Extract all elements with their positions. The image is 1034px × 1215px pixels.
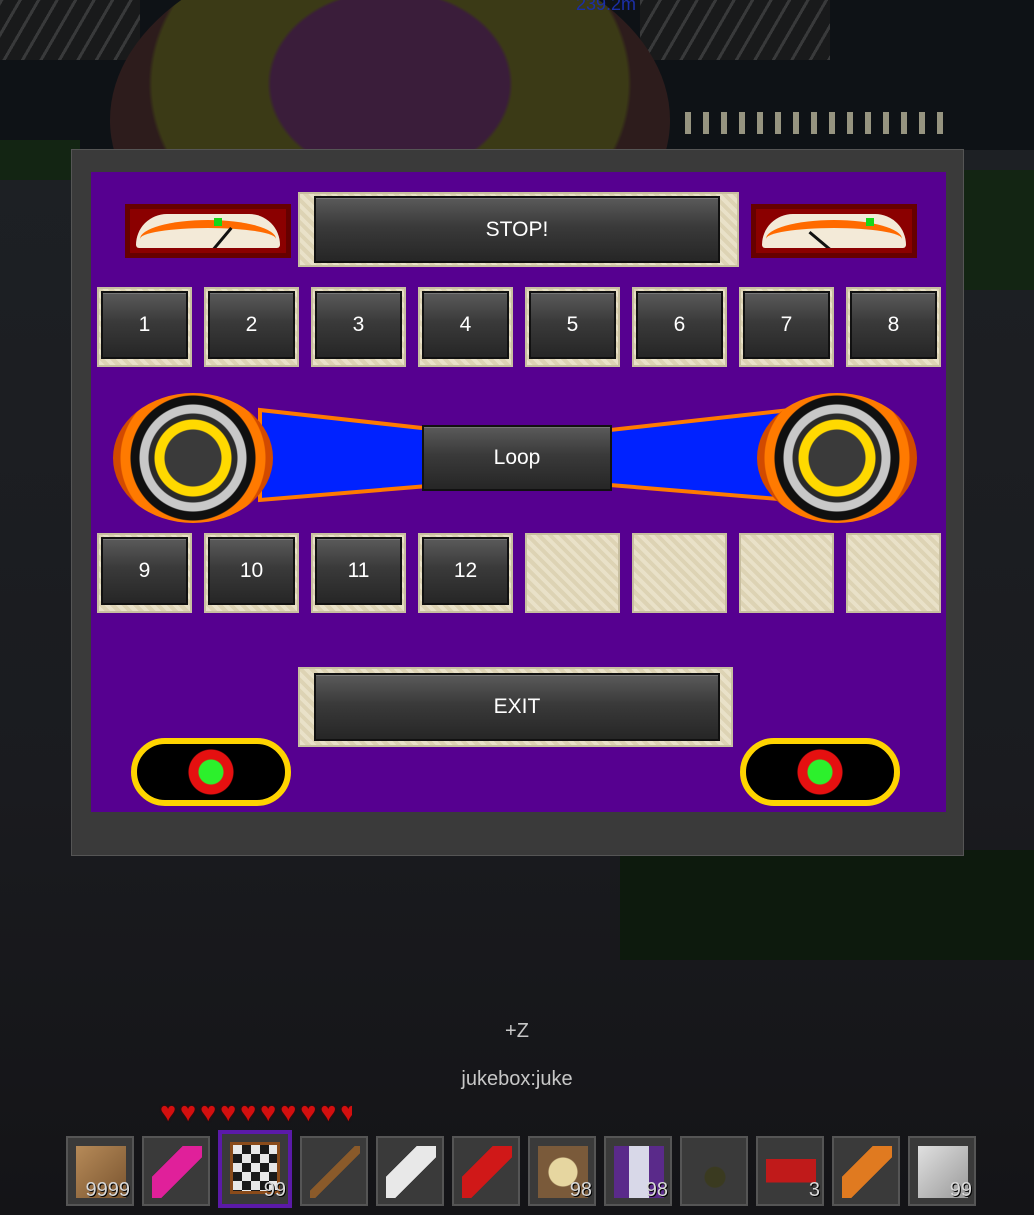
heart-icon: ♥ [280, 1097, 297, 1127]
wooden-stick-icon [310, 1146, 360, 1198]
slot-count: 99 [949, 1179, 972, 1201]
hotbar-slot-5[interactable] [376, 1136, 444, 1206]
track-button-4[interactable]: 4 [422, 291, 509, 359]
hotbar-slot-1[interactable]: 9999 [66, 1136, 134, 1206]
track-button-6[interactable]: 6 [636, 291, 723, 359]
heart-icon: ♥ [240, 1097, 257, 1127]
right-tape-reel-icon [757, 393, 917, 523]
health-bar: ♥ ♥ ♥ ♥ ♥ ♥ ♥ ♥ ♥ ♥ [160, 1098, 352, 1126]
hotbar-slot-4[interactable] [300, 1136, 368, 1206]
empty-track-slot [525, 533, 620, 613]
grass-block [620, 850, 1034, 960]
stop-button[interactable]: STOP! [314, 196, 720, 263]
heart-icon: ♥ [200, 1097, 217, 1127]
grass-block [0, 140, 80, 180]
heart-icon: ♥ [180, 1097, 197, 1127]
orange-guitar-icon [842, 1146, 892, 1198]
right-vu-meter-icon [751, 204, 917, 258]
left-vu-meter-icon [125, 204, 291, 258]
half-heart-icon: ♥ [340, 1098, 353, 1126]
white-guitar-icon [386, 1146, 436, 1198]
target-block-label: jukebox:juke [461, 1068, 573, 1090]
heart-icon: ♥ [260, 1097, 277, 1127]
track-button-2[interactable]: 2 [208, 291, 295, 359]
hotbar-slot-9[interactable] [680, 1136, 748, 1206]
direction-indicator: +Z [505, 1020, 529, 1042]
track-button-1[interactable]: 1 [101, 291, 188, 359]
slot-count: 99 [263, 1179, 286, 1201]
hotbar-slot-2[interactable] [142, 1136, 210, 1206]
hotbar: 9999 99 98 98 3 99 [66, 1130, 976, 1208]
hotbar-slot-6[interactable] [452, 1136, 520, 1206]
hotbar-slot-7[interactable]: 98 [528, 1136, 596, 1206]
empty-track-slot [739, 533, 834, 613]
red-guitar-icon [462, 1146, 512, 1198]
track-button-8[interactable]: 8 [850, 291, 937, 359]
exit-button[interactable]: EXIT [314, 673, 720, 741]
hotbar-slot-12[interactable]: 99 [908, 1136, 976, 1206]
heart-icon: ♥ [320, 1097, 337, 1127]
slot-count: 98 [645, 1179, 668, 1201]
hotbar-slot-10[interactable]: 3 [756, 1136, 824, 1206]
heart-icon: ♥ [300, 1097, 317, 1127]
fence [685, 112, 945, 134]
slot-count: 3 [808, 1179, 820, 1201]
loop-button[interactable]: Loop [422, 425, 612, 491]
track-button-12[interactable]: 12 [422, 537, 509, 605]
heart-icon: ♥ [220, 1097, 237, 1127]
left-bridge-structure [0, 0, 140, 60]
dark-plant-icon [690, 1146, 740, 1198]
track-button-5[interactable]: 5 [529, 291, 616, 359]
hotbar-slot-3[interactable]: 99 [218, 1130, 292, 1208]
track-button-3[interactable]: 3 [315, 291, 402, 359]
empty-track-slot [846, 533, 941, 613]
hotbar-slot-8[interactable]: 98 [604, 1136, 672, 1206]
empty-track-slot [632, 533, 727, 613]
grass-block [960, 170, 1034, 290]
pink-guitar-icon [152, 1146, 202, 1198]
track-button-9[interactable]: 9 [101, 537, 188, 605]
distance-readout: 239.2m [576, 0, 637, 14]
heart-icon: ♥ [160, 1097, 177, 1127]
track-button-7[interactable]: 7 [743, 291, 830, 359]
hotbar-slot-11[interactable] [832, 1136, 900, 1206]
left-indicator-lamp-icon [131, 738, 291, 806]
track-button-10[interactable]: 10 [208, 537, 295, 605]
right-indicator-lamp-icon [740, 738, 900, 806]
slot-count: 9999 [85, 1179, 131, 1201]
right-bridge-structure [640, 0, 830, 60]
left-tape-reel-icon [113, 393, 273, 523]
track-button-11[interactable]: 11 [315, 537, 402, 605]
slot-count: 98 [569, 1179, 592, 1201]
